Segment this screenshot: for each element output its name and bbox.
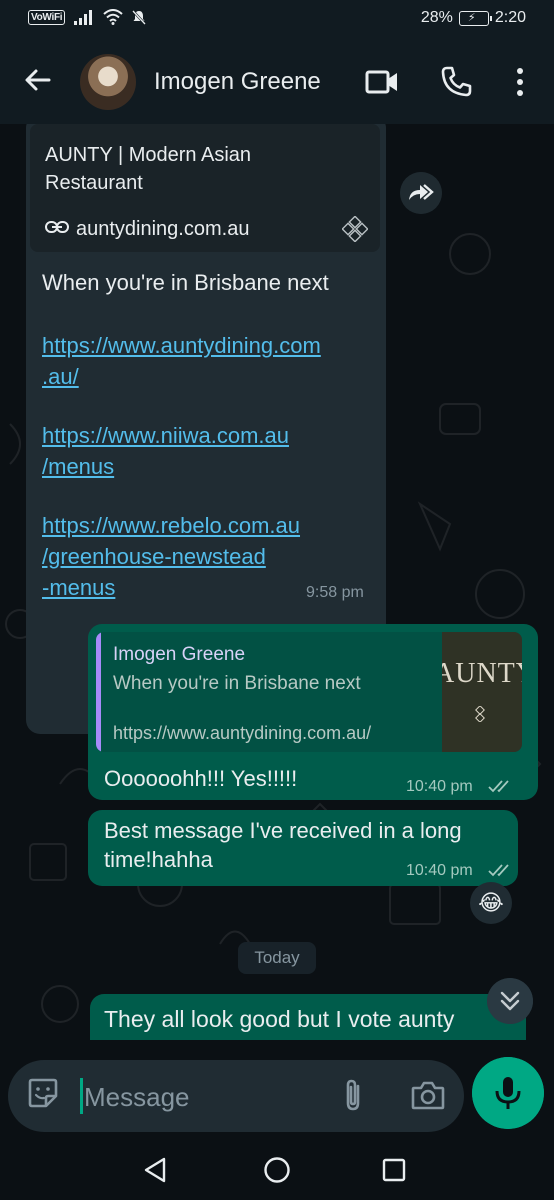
reaction-emoji[interactable]: 😂 [470,882,512,924]
quote-text: When you're in Brisbane next [113,673,361,694]
quote-author: Imogen Greene [113,644,246,665]
system-nav-bar [0,1140,554,1200]
aunty-logo-icon [342,216,368,242]
phone-call-icon[interactable] [438,64,474,100]
quote-url: https://www.auntydining.com.au/ [113,723,372,743]
forward-icon[interactable] [400,172,442,214]
aunty-logo-icon [475,706,485,722]
video-call-icon[interactable] [364,64,400,100]
message-link-rebelo[interactable]: https://www.rebelo.com.au/greenhouse-new… [42,510,300,603]
vowifi-badge: VoWiFi [28,9,66,25]
link-preview-domain: auntydining.com.au [76,218,250,240]
outgoing-reply-time: 10:40 pm [406,778,473,795]
chat-area[interactable]: AUNTY | Modern Asian Restaurant auntydin… [0,124,554,1060]
quoted-message[interactable]: Imogen Greene When you're in Brisbane ne… [96,632,522,752]
back-arrow-icon[interactable] [22,64,54,96]
chat-header: Imogen Greene [0,40,554,124]
battery-percent: 28% [420,9,453,26]
link-icon [45,221,69,233]
message-link-aunty[interactable]: https://www.auntydining.com .au/ [42,330,321,392]
avatar[interactable] [80,54,136,110]
link-preview-title: AUNTY | Modern Asian Restaurant [45,144,252,194]
clock: 2:20 [494,9,526,26]
scroll-to-bottom-icon[interactable] [487,978,533,1024]
wifi-icon [103,9,123,25]
whatsapp-chat-screen: VoWiFi 28% ⚡ 2:20 Imogen Greene AUNTY | … [0,0,554,1200]
nav-home-icon[interactable] [261,1154,293,1186]
incoming-message-text: When you're in Brisbane next [42,270,329,295]
read-ticks-icon [488,864,509,877]
outgoing-message-time: 10:40 pm [406,862,473,879]
camera-icon[interactable] [410,1078,446,1112]
battery-icon: ⚡ [458,10,492,26]
date-divider: Today [238,942,316,974]
contact-name[interactable]: Imogen Greene [154,68,321,96]
quote-accent-bar [96,632,101,752]
mic-icon[interactable] [472,1057,544,1129]
thumbnail-wordmark: AUNTY [442,658,522,689]
mute-bell-icon [132,10,147,25]
nav-recents-icon[interactable] [378,1154,410,1186]
signal-icon [74,10,93,25]
incoming-message-time: 9:58 pm [306,584,364,601]
outgoing-reply-text: Oooooohh!!! Yes!!!!! [104,766,298,791]
attach-paperclip-icon[interactable] [336,1076,370,1114]
read-ticks-icon [488,780,509,793]
status-bar: VoWiFi 28% ⚡ 2:20 [0,0,554,40]
quote-thumbnail: AUNTY [442,632,522,752]
sticker-emoji-icon[interactable] [26,1076,60,1110]
more-vert-icon[interactable] [502,64,538,100]
nav-back-icon[interactable] [140,1154,172,1186]
text-caret [80,1078,83,1114]
message-input[interactable] [84,1079,324,1115]
message-link-niiwa[interactable]: https://www.niiwa.com.au/menus [42,420,289,482]
